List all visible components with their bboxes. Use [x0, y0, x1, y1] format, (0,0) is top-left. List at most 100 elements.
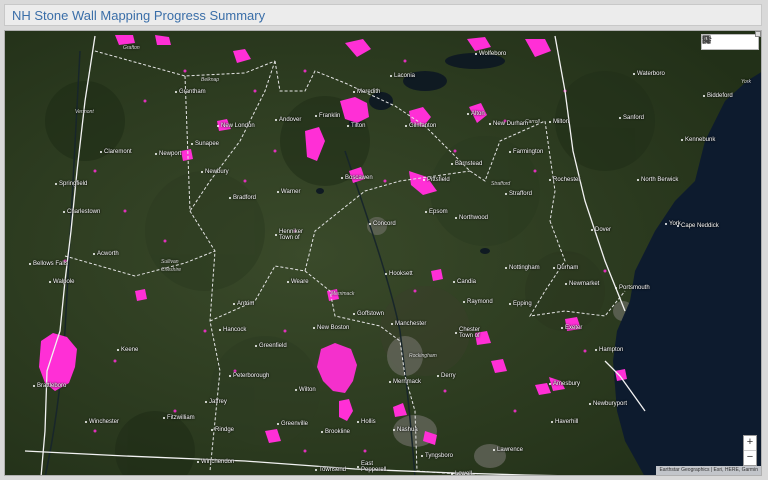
place-name: Cape Neddick: [681, 223, 719, 229]
place-dot-icon: [49, 281, 51, 283]
place-name: Newbury: [205, 169, 229, 175]
place-label-strafford: Strafford: [505, 191, 532, 197]
place-label-gilmanton: Gilmanton: [405, 123, 436, 129]
place-dot-icon: [549, 383, 551, 385]
place-name: Rochester: [553, 177, 581, 183]
app-header: NH Stone Wall Mapping Progress Summary: [4, 4, 762, 26]
bookmark-tool-button[interactable]: [703, 35, 729, 48]
place-dot-icon: [565, 283, 567, 285]
basemap-gallery-button[interactable]: [702, 35, 757, 48]
place-dot-icon: [505, 193, 507, 195]
place-dot-icon: [425, 211, 427, 213]
page-title: NH Stone Wall Mapping Progress Summary: [12, 8, 266, 23]
basemap-grid-icon: [702, 35, 711, 44]
place-label-portsmouth: Portsmouth: [615, 285, 650, 291]
place-dot-icon: [453, 281, 455, 283]
place-label-sunapee: Sunapee: [191, 141, 219, 147]
place-dot-icon: [391, 323, 393, 325]
region-label-sullivan: Sullivan: [161, 259, 179, 265]
place-name: Concord: [373, 221, 396, 227]
place-dot-icon: [201, 171, 203, 173]
layers-tool-button[interactable]: [702, 35, 743, 48]
place-name: Newmarket: [569, 281, 600, 287]
map-view[interactable]: Grafton Belknap Carroll Vermont Sullivan…: [4, 30, 762, 476]
place-dot-icon: [295, 389, 297, 391]
place-label-boscawen: Boscawen: [341, 175, 373, 181]
place-label-newbury: Newbury: [201, 169, 229, 175]
place-dot-icon: [229, 375, 231, 377]
place-label-epsom: Epsom: [425, 209, 448, 215]
place-name: Candia: [457, 279, 477, 285]
place-label-hancock: Hancock: [219, 327, 246, 333]
place-label-townsend: Townsend: [315, 467, 346, 473]
place-name: Boscawen: [345, 175, 373, 181]
place-label-cape-neddick: Cape Neddick: [677, 223, 719, 229]
place-label-epping: Epping: [509, 301, 532, 307]
map-attribution: Earthstar Geographics | Esri, HERE, Garm…: [656, 466, 761, 475]
place-label-amesbury: Amesbury: [549, 381, 580, 387]
place-dot-icon: [637, 179, 639, 181]
place-name: Townsend: [319, 467, 347, 473]
place-dot-icon: [277, 423, 279, 425]
place-name: Exeter: [565, 325, 583, 331]
place-label-claremont: Claremont: [100, 149, 132, 155]
place-name: Lowell: [455, 471, 473, 476]
place-name: Winchendon: [201, 459, 235, 465]
place-label-meredith: Meredith: [353, 89, 380, 95]
place-dot-icon: [275, 119, 277, 121]
place-name: Jaffrey: [209, 399, 227, 405]
place-dot-icon: [405, 125, 407, 127]
place-dot-icon: [633, 73, 635, 75]
place-dot-icon: [163, 417, 165, 419]
place-name: Pittsfield: [427, 177, 450, 183]
place-name: Acworth: [97, 251, 119, 257]
place-name: Hampton: [599, 347, 624, 353]
place-dot-icon: [681, 139, 683, 141]
place-label-nashua: Nashua: [393, 427, 418, 433]
place-dot-icon: [551, 421, 553, 423]
place-label-concord: Concord: [369, 221, 396, 227]
map-toolbar: [701, 34, 759, 50]
place-name: Goffstown: [357, 311, 384, 317]
place-name: Wolfeboro: [479, 51, 507, 57]
place-name: Manchester: [395, 321, 427, 327]
place-name: Gilmanton: [409, 123, 437, 129]
place-dot-icon: [219, 329, 221, 331]
place-label-henniker: Henniker Town of: [275, 229, 303, 241]
place-dot-icon: [389, 381, 391, 383]
place-name: Epsom: [429, 209, 448, 215]
zoom-out-button[interactable]: −: [744, 450, 756, 465]
place-name: Epping: [513, 301, 532, 307]
place-name: Peterborough: [233, 373, 270, 379]
place-dot-icon: [467, 113, 469, 115]
place-name: Grantham: [179, 89, 206, 95]
expand-corner-icon[interactable]: [755, 31, 761, 37]
place-label-biddeford: Biddeford: [703, 93, 733, 99]
place-dot-icon: [549, 179, 551, 181]
place-name: Tilton: [351, 123, 366, 129]
place-dot-icon: [321, 431, 323, 433]
place-name: Newburyport: [593, 401, 628, 407]
zoom-control: + −: [743, 435, 757, 466]
place-dot-icon: [619, 117, 621, 119]
place-label-springfield: Springfield: [55, 181, 87, 187]
place-name: Sanford: [623, 115, 645, 121]
place-label-winchester: Winchester: [85, 419, 119, 425]
place-dot-icon: [33, 385, 35, 387]
place-dot-icon: [369, 223, 371, 225]
place-name: Strafford: [509, 191, 532, 197]
place-name: Amesbury: [553, 381, 581, 387]
place-dot-icon: [589, 403, 591, 405]
place-name: Sunapee: [195, 141, 220, 147]
place-dot-icon: [677, 225, 679, 227]
place-dot-icon: [437, 375, 439, 377]
place-label-milton: Milton: [549, 119, 569, 125]
place-dot-icon: [455, 332, 457, 334]
place-name: Waterboro: [637, 71, 665, 77]
place-label-new-london: New London: [217, 123, 255, 129]
place-label-hampton: Hampton: [595, 347, 623, 353]
place-dot-icon: [100, 151, 102, 153]
place-label-greenfield: Greenfield: [255, 343, 287, 349]
place-name: Laconia: [394, 73, 416, 79]
zoom-in-button[interactable]: +: [744, 436, 756, 450]
